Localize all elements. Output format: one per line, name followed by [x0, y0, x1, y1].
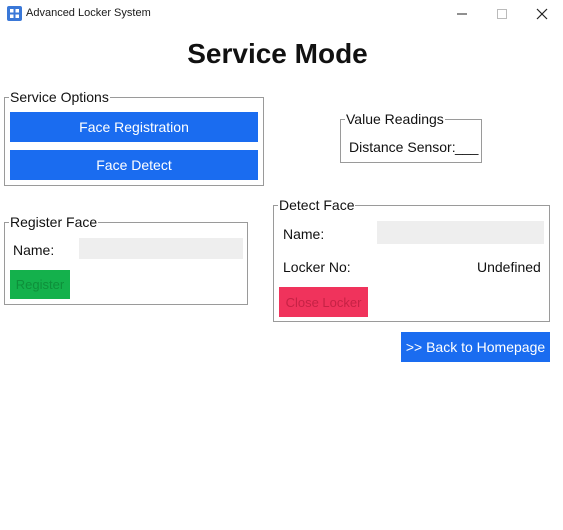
register-button[interactable]: Register	[10, 270, 70, 299]
close-icon	[536, 8, 548, 20]
detect-name-field[interactable]	[377, 221, 544, 244]
title-bar: Advanced Locker System	[0, 0, 563, 28]
maximize-button[interactable]	[482, 0, 522, 28]
minimize-icon	[457, 13, 467, 15]
value-readings-legend: Value Readings	[346, 111, 444, 127]
locker-app-icon	[7, 6, 22, 21]
close-button[interactable]	[522, 0, 562, 28]
service-options-legend: Service Options	[10, 89, 109, 105]
back-to-homepage-button[interactable]: >> Back to Homepage	[401, 332, 550, 362]
detect-face-legend: Detect Face	[279, 197, 355, 213]
register-face-legend: Register Face	[10, 214, 98, 230]
face-detect-button[interactable]: Face Detect	[10, 150, 258, 180]
distance-sensor-label: Distance Sensor:	[349, 139, 456, 155]
minimize-button[interactable]	[442, 0, 482, 28]
detect-name-label: Name:	[283, 226, 325, 242]
close-locker-button[interactable]: Close Locker	[279, 287, 368, 317]
register-name-label: Name:	[13, 242, 55, 258]
locker-number-label: Locker No:	[283, 259, 351, 275]
window-title: Advanced Locker System	[26, 7, 151, 19]
maximize-icon	[497, 9, 507, 19]
distance-sensor-value: ___	[455, 139, 479, 155]
value-readings-group: Value Readings	[340, 112, 482, 163]
locker-number-value: Undefined	[477, 259, 541, 275]
register-name-input[interactable]	[79, 238, 243, 259]
face-registration-button[interactable]: Face Registration	[10, 112, 258, 142]
page-title: Service Mode	[187, 38, 368, 69]
